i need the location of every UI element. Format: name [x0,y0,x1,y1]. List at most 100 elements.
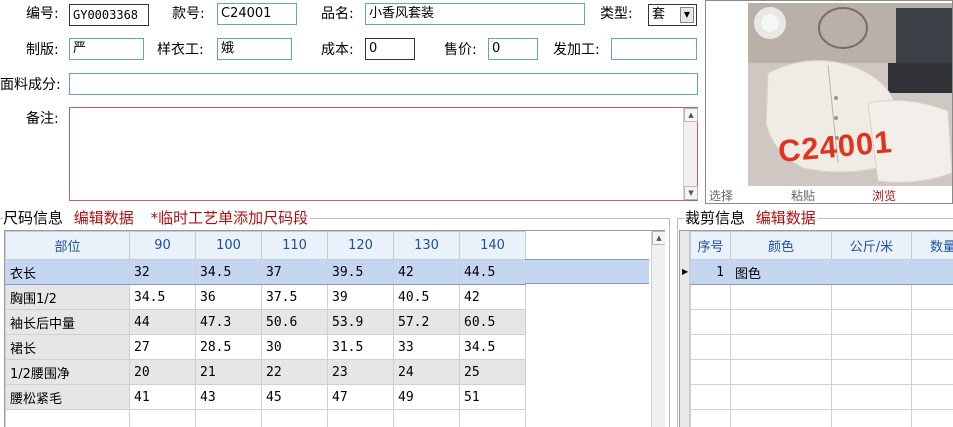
cell[interactable]: 22 [261,359,328,385]
cell[interactable]: 图色 [730,259,832,285]
cell[interactable] [195,409,262,427]
notes-textarea[interactable]: ▲ ▼ [69,107,698,201]
cell[interactable]: 20 [129,359,196,385]
cell[interactable] [831,359,912,385]
notes-scrollbar[interactable]: ▲ ▼ [683,108,698,200]
cell[interactable] [831,384,912,410]
cell[interactable] [690,309,731,335]
cell[interactable]: 腰松紧毛 [5,384,130,410]
chevron-down-icon[interactable]: ▼ [680,7,694,23]
col-header[interactable]: 130 [393,231,460,260]
cell[interactable]: 37.5 [261,284,328,310]
cell[interactable]: 23 [327,359,394,385]
cell[interactable]: 34.5 [129,284,196,310]
cell[interactable]: 39.5 [327,259,394,285]
cell[interactable]: 1 [690,259,731,285]
cell[interactable] [911,284,953,310]
cell[interactable] [690,284,731,310]
cell[interactable]: 47 [327,384,394,410]
table-row[interactable] [690,359,953,385]
table-row[interactable] [690,409,953,427]
table-row[interactable]: 1/2腰围净 20 21 22 23 24 25 [5,359,526,385]
cell[interactable]: 37 [261,259,328,285]
cell[interactable] [911,259,953,285]
cell[interactable]: 30 [261,334,328,360]
cell[interactable]: 50.6 [261,309,328,335]
cell[interactable] [911,359,953,385]
cell[interactable] [129,409,196,427]
scroll-down-icon[interactable]: ▼ [684,186,698,200]
cell[interactable] [911,309,953,335]
size-edit-link[interactable]: 编辑数据 [74,209,134,227]
cell[interactable] [459,409,526,427]
cell[interactable] [690,409,731,427]
cell[interactable]: 1/2腰围净 [5,359,130,385]
col-header[interactable]: 颜色 [730,231,832,260]
cell[interactable] [730,359,832,385]
cell[interactable]: 34.5 [459,334,526,360]
cell[interactable] [911,384,953,410]
cell[interactable]: 41 [129,384,196,410]
col-header[interactable]: 序号 [690,231,731,260]
col-header[interactable]: 部位 [5,231,130,260]
cell[interactable]: 28.5 [195,334,262,360]
price-field[interactable]: 0 [488,38,538,60]
cell[interactable]: 47.3 [195,309,262,335]
cell[interactable] [911,409,953,427]
cell[interactable] [393,409,460,427]
cell[interactable] [831,309,912,335]
table-row[interactable]: 衣长 32 34.5 37 39.5 42 44.5 [5,259,526,285]
col-header[interactable]: 数量 [911,231,953,260]
cell[interactable]: 胸围1/2 [5,284,130,310]
cell[interactable]: 衣长 [5,259,130,285]
cell[interactable]: 42 [459,284,526,310]
table-row[interactable]: 裙长 27 28.5 30 31.5 33 34.5 [5,334,526,360]
cut-edit-link[interactable]: 编辑数据 [756,209,816,227]
select-image-button[interactable]: 选择 [709,187,733,204]
paste-image-button[interactable]: 粘贴 [791,187,815,204]
cell[interactable]: 32 [129,259,196,285]
cell[interactable] [911,334,953,360]
cell[interactable] [831,409,912,427]
cell[interactable]: 36 [195,284,262,310]
cell[interactable]: 40.5 [393,284,460,310]
table-row[interactable] [690,309,953,335]
col-header[interactable]: 公斤/米 [831,231,912,260]
table-row[interactable]: 袖长后中量 44 47.3 50.6 53.9 57.2 60.5 [5,309,526,335]
col-header[interactable]: 120 [327,231,394,260]
style-number-field[interactable]: GY0003368 [69,4,149,26]
cell[interactable] [5,409,130,427]
table-row[interactable] [5,409,526,427]
cell[interactable]: 44.5 [459,259,526,285]
cell[interactable] [831,334,912,360]
table-row[interactable]: 胸围1/2 34.5 36 37.5 39 40.5 42 [5,284,526,310]
col-header[interactable]: 90 [129,231,196,260]
pattern-maker-field[interactable]: 严 [69,38,144,60]
cell[interactable]: 裙长 [5,334,130,360]
cell[interactable]: 42 [393,259,460,285]
cell[interactable] [831,284,912,310]
cell[interactable] [690,384,731,410]
cell[interactable] [730,384,832,410]
col-header[interactable]: 110 [261,231,328,260]
cell[interactable]: 25 [459,359,526,385]
table-row[interactable] [690,334,953,360]
cell[interactable]: 24 [393,359,460,385]
model-number-field[interactable]: C24001 [217,3,297,25]
processor-field[interactable] [611,38,697,60]
cell[interactable]: 21 [195,359,262,385]
fabric-composition-field[interactable] [69,73,698,95]
cell[interactable] [730,309,832,335]
table-row[interactable]: 1 图色 [690,259,953,285]
cell[interactable]: 53.9 [327,309,394,335]
table-row[interactable]: 腰松紧毛 41 43 45 47 49 51 [5,384,526,410]
cell[interactable] [831,259,912,285]
sample-maker-field[interactable]: 娥 [217,38,292,60]
scroll-up-icon[interactable]: ▲ [652,231,665,245]
col-header[interactable]: 140 [459,231,526,260]
col-header[interactable]: 100 [195,231,262,260]
cell[interactable]: 51 [459,384,526,410]
cell[interactable]: 27 [129,334,196,360]
cell[interactable] [327,409,394,427]
cell[interactable] [730,409,832,427]
